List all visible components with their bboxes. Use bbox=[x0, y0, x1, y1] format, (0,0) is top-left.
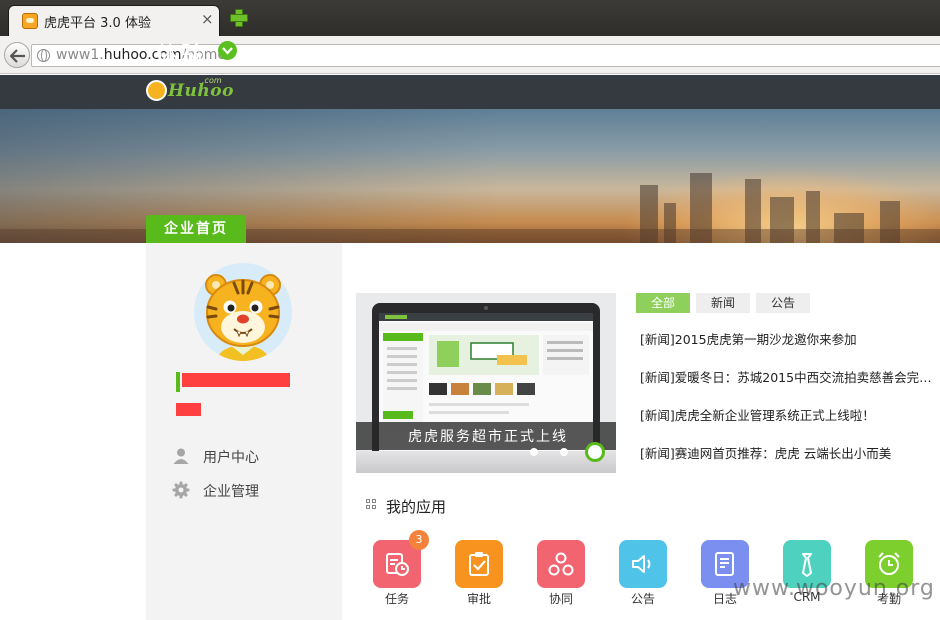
collaboration-icon bbox=[537, 540, 585, 588]
browser-tab-strip: 虎虎平台 3.0 体验 × bbox=[0, 0, 940, 36]
promo-carousel[interactable]: 虎虎服务超市正式上线 bbox=[356, 293, 616, 473]
company-name: 体验 bbox=[156, 42, 206, 68]
app-task[interactable]: 任务 bbox=[361, 540, 421, 608]
logo-domain-suffix: .com bbox=[202, 76, 222, 85]
sidebar-item-label: 用户中心 bbox=[203, 450, 259, 466]
avatar[interactable] bbox=[194, 263, 292, 361]
laptop-camera bbox=[484, 306, 488, 310]
logo-text: Huhoo bbox=[168, 81, 234, 101]
watermark: www.wooyun.org bbox=[733, 576, 935, 601]
tab-news-news[interactable]: 新闻 bbox=[696, 293, 750, 313]
site-header: Huhoo .com bbox=[0, 75, 940, 109]
carousel-dot-1[interactable] bbox=[530, 448, 538, 456]
user-icon bbox=[172, 447, 190, 465]
carousel-dot-2[interactable] bbox=[560, 448, 568, 456]
sidebar: 用户中心 企业管理 bbox=[146, 243, 342, 620]
company-switch-chevron-icon[interactable] bbox=[218, 41, 237, 60]
globe-icon bbox=[37, 49, 50, 62]
redacted-user-name bbox=[182, 373, 290, 387]
back-arrow-icon bbox=[10, 49, 25, 63]
app-approval[interactable]: 审批 bbox=[443, 540, 503, 608]
approval-icon bbox=[455, 540, 503, 588]
app-label: 任务 bbox=[384, 592, 409, 606]
laptop-base bbox=[356, 451, 616, 473]
app-label: 审批 bbox=[466, 592, 491, 606]
tab-news-all[interactable]: 全部 bbox=[636, 293, 690, 313]
tiger-avatar-icon bbox=[205, 274, 281, 361]
apps-section-title: 我的应用 bbox=[386, 498, 447, 516]
news-item[interactable]: [新闻]2015虎虎第一期沙龙邀你来参加 bbox=[640, 329, 932, 348]
browser-navigation-bar: www1.huhoo.com/home bbox=[0, 36, 940, 74]
news-item[interactable]: [新闻]爱暖冬日：苏城2015中西交流拍卖慈善会完美落幕 bbox=[640, 367, 932, 386]
app-label: 公告 bbox=[630, 592, 655, 606]
tab-title: 虎虎平台 3.0 体验 bbox=[44, 16, 151, 31]
gear-icon bbox=[172, 481, 190, 499]
back-button[interactable] bbox=[4, 42, 30, 68]
news-item[interactable]: [新闻]虎虎全新企业管理系统正式上线啦！ bbox=[640, 405, 932, 424]
sidebar-item-label: 企业管理 bbox=[203, 484, 259, 500]
tiger-favicon-icon bbox=[22, 13, 38, 29]
tab-corporate-home[interactable]: 企业首页 bbox=[146, 215, 246, 243]
new-tab-plus-icon[interactable] bbox=[229, 8, 248, 27]
news-item[interactable]: [新闻]赛迪网首页推荐：虎虎 云端长出小而美 bbox=[640, 443, 932, 462]
grid-icon bbox=[366, 499, 376, 509]
skyline-ground bbox=[0, 229, 940, 243]
sidebar-item-user-center[interactable]: 用户中心 bbox=[170, 444, 330, 468]
tab-news-announcements[interactable]: 公告 bbox=[756, 293, 810, 313]
hero-banner bbox=[0, 109, 940, 243]
news-tabs: 全部 新闻 公告 bbox=[636, 293, 816, 313]
app-collaboration[interactable]: 协同 bbox=[525, 540, 585, 608]
browser-tab[interactable]: 虎虎平台 3.0 体验 × bbox=[8, 5, 220, 36]
huhoo-logo[interactable]: Huhoo .com bbox=[146, 76, 233, 105]
redacted-user-role bbox=[176, 403, 201, 416]
carousel-caption: 虎虎服务超市正式上线 bbox=[408, 429, 568, 445]
carousel-dot-3-active[interactable] bbox=[585, 442, 605, 462]
close-tab-icon[interactable]: × bbox=[201, 10, 214, 28]
page: 虎虎平台 3.0 体验 × www1.huhoo.com/home Huhoo … bbox=[0, 0, 940, 620]
banner-shade bbox=[0, 109, 500, 243]
announcement-icon bbox=[619, 540, 667, 588]
app-announcement[interactable]: 公告 bbox=[607, 540, 667, 608]
app-label: 协同 bbox=[548, 592, 573, 606]
tiger-logo-icon bbox=[146, 80, 167, 101]
name-accent-bar bbox=[176, 372, 180, 392]
sidebar-item-corp-management[interactable]: 企业管理 bbox=[170, 478, 330, 502]
task-count-badge: 3 bbox=[409, 530, 429, 550]
